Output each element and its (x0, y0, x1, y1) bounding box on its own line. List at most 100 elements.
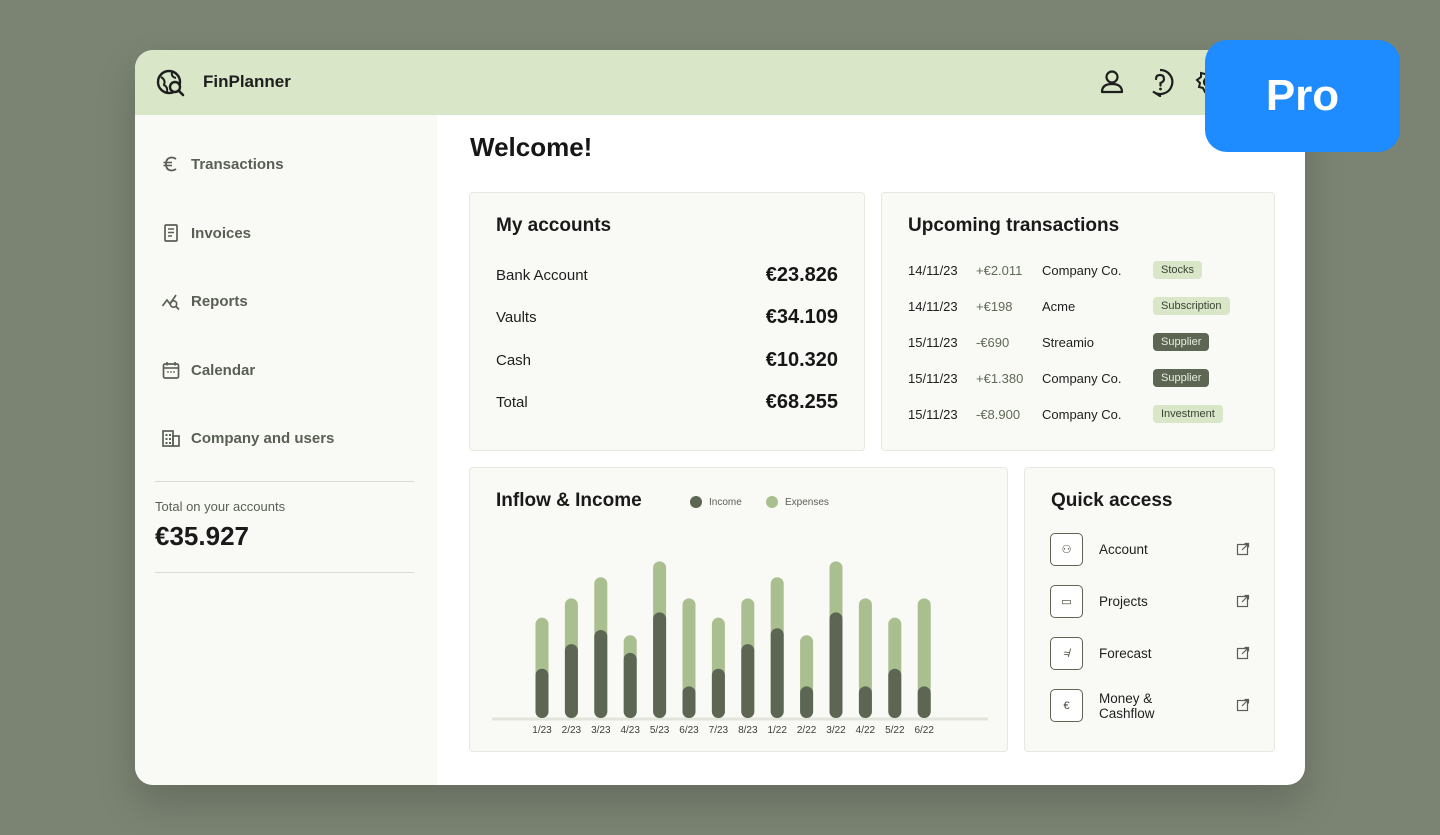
x-tick-label: 2/23 (562, 725, 582, 736)
bar-income (829, 612, 843, 718)
sidebar-item-calendar[interactable]: Calendar (161, 356, 255, 384)
sidebar-item-company-users[interactable]: Company and users (161, 424, 334, 452)
account-amount: €10.320 (765, 349, 838, 371)
sidebar-item-label: Company and users (191, 429, 335, 447)
transaction-tag-badge: Stocks (1153, 261, 1203, 279)
bar-income (888, 668, 902, 718)
transaction-tag-badge: Subscription (1153, 297, 1230, 315)
transaction-amount: -€690 (976, 335, 1010, 350)
x-tick-label: 1/23 (532, 725, 552, 736)
accounts-card: My accounts Bank Account €23.826 Vaults … (469, 192, 865, 451)
account-name: Vaults (496, 309, 537, 326)
transaction-party: Company Co. (1042, 371, 1122, 386)
sidebar-item-invoices[interactable]: Invoices (161, 219, 251, 247)
sidebar-item-reports[interactable]: Reports (161, 287, 248, 315)
quick-access-money-cashflow[interactable]: € Money & Cashflow (1050, 689, 1250, 723)
sidebar-item-label: Transactions (191, 155, 284, 173)
bar-income (711, 668, 725, 718)
transaction-tag-badge: Supplier (1153, 369, 1210, 387)
account-name: Bank Account (496, 267, 588, 284)
euro-icon (163, 156, 177, 172)
bar-income (741, 644, 755, 718)
sidebar-item-label: Reports (191, 292, 248, 310)
bar-income (770, 628, 784, 718)
sidebar-item-label: Calendar (191, 361, 256, 379)
transaction-date: 15/11/23 (908, 335, 958, 350)
external-link-icon[interactable] (1236, 698, 1250, 712)
sidebar: Transactions Invoices Reports Calendar C… (135, 115, 437, 785)
x-tick-label: 3/22 (826, 725, 846, 736)
quick-access-label: Forecast (1099, 646, 1152, 661)
x-tick-label: 5/23 (650, 725, 670, 736)
quick-access-card: Quick access ⚇ Account ▭ Projects ≉ Fore… (1024, 467, 1275, 752)
x-tick-label: 1/22 (767, 725, 787, 736)
external-link-icon[interactable] (1236, 646, 1250, 660)
transaction-party: Streamio (1042, 335, 1095, 350)
quick-access-label: Projects (1099, 594, 1148, 609)
upcoming-transactions-card: Upcoming transactions 14/11/23 +€2.011 Com… (881, 192, 1275, 451)
x-tick-label: 6/22 (914, 725, 934, 736)
bar-income (594, 630, 608, 718)
x-tick-label: 4/22 (856, 725, 876, 736)
page-title: Welcome! (470, 132, 593, 162)
transaction-amount: +€198 (976, 299, 1013, 314)
quick-access-forecast[interactable]: ≉ Forecast (1050, 637, 1250, 671)
app-title: FinPlanner (203, 72, 291, 91)
accounts-title: My accounts (496, 215, 612, 236)
invoice-icon (164, 224, 178, 242)
quick-access-projects[interactable]: ▭ Projects (1050, 585, 1250, 619)
account-name: Total (496, 394, 528, 411)
sidebar-divider (155, 481, 414, 482)
quick-access-label: Money & Cashflow (1099, 691, 1155, 721)
total-accounts-label: Total on your accounts (155, 499, 286, 514)
external-link-icon[interactable] (1236, 542, 1250, 556)
transaction-tag-badge: Investment (1153, 405, 1223, 423)
x-tick-label: 8/23 (738, 725, 758, 736)
bar-income (800, 686, 814, 718)
sidebar-divider (155, 572, 414, 573)
bar-income (917, 686, 931, 718)
account-icon: ⚇ (1050, 533, 1083, 566)
account-name: Cash (496, 352, 532, 369)
account-amount: €23.826 (765, 264, 838, 286)
pro-badge[interactable]: Pro (1205, 40, 1400, 152)
transaction-date: 14/11/23 (908, 299, 958, 314)
quick-access-label-line: Cashflow (1099, 706, 1155, 721)
transaction-date: 15/11/23 (908, 371, 958, 386)
transaction-amount: -€8.900 (976, 407, 1021, 422)
folder-icon: ▭ (1050, 585, 1083, 618)
building-icon (162, 430, 180, 447)
transaction-amount: +€2.011 (976, 263, 1023, 278)
transaction-date: 14/11/23 (908, 263, 958, 278)
bar-income (858, 686, 872, 718)
x-tick-label: 3/23 (591, 725, 611, 736)
quick-access-label: Account (1099, 542, 1148, 557)
bar-chart: 1/23 2/23 3/23 4/23 5/23 6/23 7/23 8/23 1/22 2/22… (492, 561, 988, 736)
quick-access-account[interactable]: ⚇ Account (1050, 533, 1250, 567)
user-icon[interactable] (1097, 67, 1127, 97)
x-tick-label: 7/23 (709, 725, 729, 736)
x-tick-label: 4/23 (620, 725, 640, 736)
total-accounts-value: €35.927 (155, 521, 249, 551)
x-tick-label: 5/22 (885, 725, 905, 736)
transaction-tag-badge: Supplier (1153, 333, 1210, 351)
quick-access-title: Quick access (1051, 490, 1173, 511)
x-tick-label: 6/23 (679, 725, 699, 736)
app-window: FinPlanner Transactions Invoices Reports… (135, 50, 1305, 785)
account-amount: €34.109 (765, 306, 838, 328)
bar-income (535, 668, 549, 718)
sidebar-item-transactions[interactable]: Transactions (161, 150, 284, 178)
bar-income (564, 644, 578, 718)
account-amount: €68.255 (765, 391, 838, 413)
globe-search-icon (156, 69, 185, 97)
sidebar-item-label: Invoices (191, 224, 252, 242)
top-bar: FinPlanner (135, 50, 1305, 115)
inflow-income-card: Inflow & Income Income Expenses 1/23 2/23… (469, 467, 1008, 752)
help-icon[interactable] (1145, 67, 1175, 97)
x-tick-label: 2/22 (797, 725, 817, 736)
quick-access-label-line: Money & (1099, 691, 1153, 706)
transaction-date: 15/11/23 (908, 407, 958, 422)
calendar-icon (162, 362, 180, 379)
bar-income (623, 652, 637, 718)
external-link-icon[interactable] (1236, 594, 1250, 608)
